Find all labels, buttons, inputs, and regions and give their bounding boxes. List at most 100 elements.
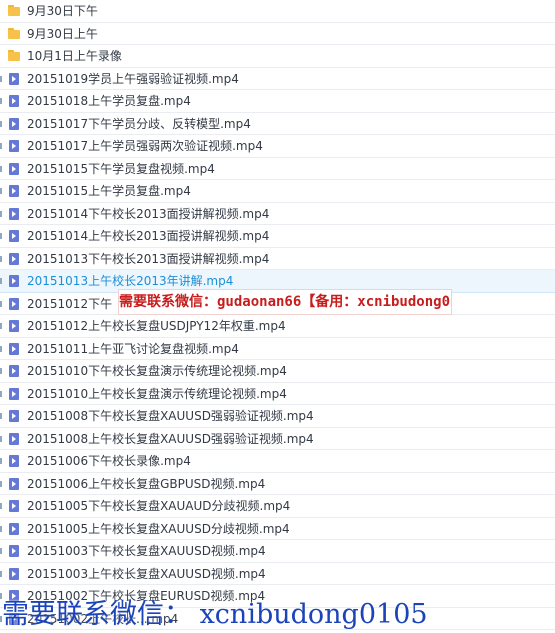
file-name[interactable]: 20151013上午校长2013年讲解.mp4 <box>27 273 233 289</box>
video-file-icon <box>8 522 20 535</box>
file-name[interactable]: 20151011上午亚飞讨论复盘视频.mp4 <box>27 341 239 357</box>
file-row[interactable]: 20151019学员上午强弱验证视频.mp4 <box>0 68 555 90</box>
contact-banner: 需要联系微信：gudaonan66【备用：xcnibudong0105】 <box>118 289 452 315</box>
file-name[interactable]: 20151015下午学员复盘视频.mp4 <box>27 161 215 177</box>
file-name[interactable]: 20151013下午校长2013面授讲解视频.mp4 <box>27 251 269 267</box>
row-edge-marker <box>0 278 2 284</box>
video-file-icon <box>8 455 20 467</box>
row-edge-marker <box>0 413 2 419</box>
file-row[interactable]: 20151006下午校长录像.mp4 <box>0 450 555 473</box>
file-name[interactable]: 20151010下午校长复盘演示传统理论视频.mp4 <box>27 363 287 379</box>
video-file-icon <box>8 545 20 557</box>
file-name[interactable]: 9月30日下午 <box>27 3 98 19</box>
file-name[interactable]: 20151014下午校长2013面授讲解视频.mp4 <box>27 206 269 222</box>
file-name[interactable]: 20151008下午校长复盘XAUUSD强弱验证视频.mp4 <box>27 408 314 424</box>
row-edge-marker <box>0 300 2 307</box>
file-list: 9月30日下午 9月30日上午 10月1日上午录像 20151019学员上午强弱验证视… <box>0 0 555 630</box>
video-file-icon <box>8 275 20 287</box>
row-edge-marker <box>0 570 2 577</box>
file-name[interactable]: 20151014上午校长2013面授讲解视频.mp4 <box>27 228 269 244</box>
row-edge-marker <box>0 323 2 329</box>
file-row[interactable]: 20151014下午校长2013面授讲解视频.mp4 <box>0 203 555 225</box>
file-row[interactable]: 20151005下午校长复盘XAUAUD分歧视频.mp4 <box>0 495 555 518</box>
video-file-icon <box>8 252 20 265</box>
row-edge-marker <box>0 255 2 262</box>
video-file-icon <box>8 117 20 130</box>
file-name[interactable]: 10月1日上午录像 <box>27 48 122 64</box>
file-row[interactable]: 20151003上午校长复盘XAUUSD视频.mp4 <box>0 563 555 585</box>
row-edge-marker <box>0 345 2 352</box>
row-edge-marker <box>0 458 2 464</box>
video-file-icon <box>8 72 20 85</box>
row-edge-marker <box>0 120 2 127</box>
file-name[interactable]: 9月30日上午 <box>27 26 98 42</box>
video-file-icon <box>8 432 20 445</box>
video-file-icon <box>8 410 20 422</box>
file-name[interactable]: 20151012上午校长复盘USDJPY12年权重.mp4 <box>27 318 286 334</box>
file-row[interactable]: 20151013下午校长2013面授讲解视频.mp4 <box>0 248 555 270</box>
file-row[interactable]: 20151015下午学员复盘视频.mp4 <box>0 158 555 180</box>
file-name[interactable]: 20151017上午学员强弱两次验证视频.mp4 <box>27 138 263 154</box>
file-name[interactable]: 20151015上午学员复盘.mp4 <box>27 183 191 199</box>
file-row[interactable]: 20151010下午校长复盘演示传统理论视频.mp4 <box>0 360 555 383</box>
file-name[interactable]: 20151008上午校长复盘XAUUSD强弱验证视频.mp4 <box>27 431 314 447</box>
video-file-icon <box>8 567 20 580</box>
file-name[interactable]: 20151005上午校长复盘XAUUSD分歧视频.mp4 <box>27 521 290 537</box>
video-file-icon <box>8 320 20 332</box>
file-name[interactable]: 20151003下午校长复盘XAUUSD视频.mp4 <box>27 543 266 559</box>
row-edge-marker <box>0 503 2 509</box>
file-row[interactable]: 20151017上午学员强弱两次验证视频.mp4 <box>0 135 555 158</box>
row-edge-marker <box>0 368 2 374</box>
file-row[interactable]: 20151010上午校长复盘演示传统理论视频.mp4 <box>0 383 555 405</box>
video-file-icon <box>8 387 20 400</box>
file-row[interactable]: 20151008上午校长复盘XAUUSD强弱验证视频.mp4 <box>0 428 555 450</box>
video-file-icon <box>8 342 20 355</box>
row-edge-marker <box>0 143 2 149</box>
file-name[interactable]: 20151019学员上午强弱验证视频.mp4 <box>27 71 239 87</box>
video-file-icon <box>8 207 20 220</box>
folder-icon <box>8 5 20 17</box>
row-edge-marker <box>0 548 2 554</box>
row-edge-marker <box>0 188 2 194</box>
folder-row[interactable]: 9月30日上午 <box>0 23 555 45</box>
row-edge-marker <box>0 75 2 82</box>
video-file-icon <box>8 140 20 152</box>
file-name[interactable]: 20151010上午校长复盘演示传统理论视频.mp4 <box>27 386 287 402</box>
file-row[interactable]: 20151006上午校长复盘GBPUSD视频.mp4 <box>0 473 555 495</box>
file-row[interactable]: 20151018上午学员复盘.mp4 <box>0 90 555 113</box>
row-edge-marker <box>0 98 2 104</box>
file-name[interactable]: 20151005下午校长复盘XAUAUD分歧视频.mp4 <box>27 498 290 514</box>
folder-row[interactable]: 9月30日下午 <box>0 0 555 23</box>
file-name[interactable]: 20151006下午校长录像.mp4 <box>27 453 191 469</box>
row-edge-marker <box>0 390 2 397</box>
video-file-icon <box>8 477 20 490</box>
folder-icon <box>8 50 20 62</box>
file-row[interactable]: 20151005上午校长复盘XAUUSD分歧视频.mp4 <box>0 518 555 540</box>
file-name[interactable]: 20151017下午学员分歧、反转模型.mp4 <box>27 116 251 132</box>
row-edge-marker <box>0 165 2 172</box>
file-row[interactable]: 20151003下午校长复盘XAUUSD视频.mp4 <box>0 540 555 563</box>
file-name[interactable]: 20151018上午学员复盘.mp4 <box>27 93 191 109</box>
file-name[interactable]: 20151012下午 <box>27 296 112 312</box>
video-file-icon <box>8 95 20 107</box>
footer-watermark: 需要联系微信： xcnibudong0105 <box>2 599 428 630</box>
row-edge-marker <box>0 525 2 532</box>
row-edge-marker <box>0 435 2 442</box>
file-row[interactable]: 20151015上午学员复盘.mp4 <box>0 180 555 203</box>
video-file-icon <box>8 500 20 512</box>
file-row[interactable]: 20151017下午学员分歧、反转模型.mp4 <box>0 113 555 135</box>
video-file-icon <box>8 297 20 310</box>
video-file-icon <box>8 230 20 242</box>
file-name[interactable]: 20151006上午校长复盘GBPUSD视频.mp4 <box>27 476 265 492</box>
video-file-icon <box>8 365 20 377</box>
video-file-icon <box>8 162 20 175</box>
file-row[interactable]: 20151014上午校长2013面授讲解视频.mp4 <box>0 225 555 248</box>
folder-icon <box>8 27 20 40</box>
file-row[interactable]: 20151011上午亚飞讨论复盘视频.mp4 <box>0 338 555 360</box>
file-row[interactable]: 20151008下午校长复盘XAUUSD强弱验证视频.mp4 <box>0 405 555 428</box>
folder-row[interactable]: 10月1日上午录像 <box>0 45 555 68</box>
file-name[interactable]: 20151003上午校长复盘XAUUSD视频.mp4 <box>27 566 266 582</box>
file-row[interactable]: 20151012上午校长复盘USDJPY12年权重.mp4 <box>0 315 555 338</box>
video-file-icon <box>8 185 20 197</box>
row-edge-marker <box>0 233 2 239</box>
